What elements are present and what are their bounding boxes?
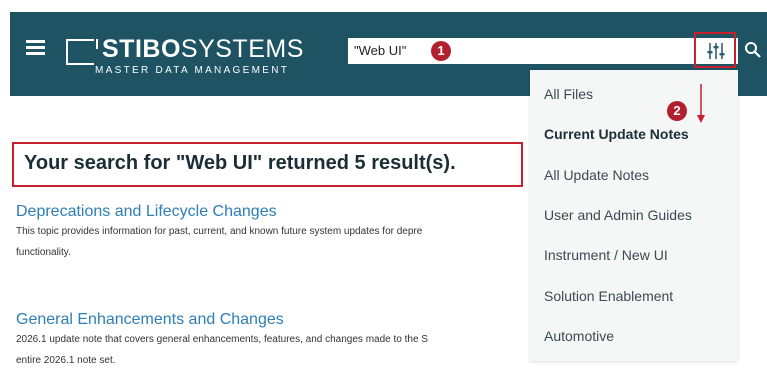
search-result-link[interactable]: Deprecations and Lifecycle Changes [16,203,536,221]
logo-mark-icon [66,39,98,65]
search-result-description: entire 2026.1 note set. [16,355,116,366]
logo-tagline: MASTER DATA MANAGEMENT [95,65,290,76]
search-result-description: functionality. [16,247,71,258]
dropdown-item-all-files[interactable]: All Files [544,86,593,102]
search-summary-highlight: Your search for "Web UI" returned 5 resu… [12,142,523,187]
dropdown-item-automotive[interactable]: Automotive [544,328,614,344]
search-result-description: 2026.1 update note that covers general e… [16,334,428,345]
callout-arrow-icon [697,84,705,123]
dropdown-item-instrument-new-ui[interactable]: Instrument / New UI [544,247,668,263]
search-input-value: "Web UI" [354,43,407,58]
dropdown-item-user-admin-guides[interactable]: User and Admin Guides [544,207,692,223]
search-icon[interactable] [744,41,762,59]
search-scope-dropdown: All Files Current Update Notes All Updat… [530,70,738,361]
search-result: Deprecations and Lifecycle Changes This … [16,203,536,263]
search-result-description: This topic provides information for past… [16,226,423,237]
logo-wordmark[interactable]: STIBOSYSTEMS [102,36,304,62]
hamburger-menu-icon[interactable] [26,40,45,56]
callout-badge-1: 1 [431,41,451,61]
dropdown-item-current-update-notes[interactable]: Current Update Notes [544,126,689,142]
page-title: Your search for "Web UI" returned 5 resu… [24,152,456,174]
search-result-link[interactable]: General Enhancements and Changes [16,311,536,329]
search-result: General Enhancements and Changes 2026.1 … [16,311,536,369]
dropdown-item-all-update-notes[interactable]: All Update Notes [544,167,649,183]
search-filter-button[interactable] [694,32,736,68]
callout-badge-2: 2 [667,101,687,121]
search-input[interactable]: "Web UI" 1 [348,38,738,64]
filter-sliders-icon [707,43,725,59]
dropdown-item-solution-enablement[interactable]: Solution Enablement [544,288,673,304]
